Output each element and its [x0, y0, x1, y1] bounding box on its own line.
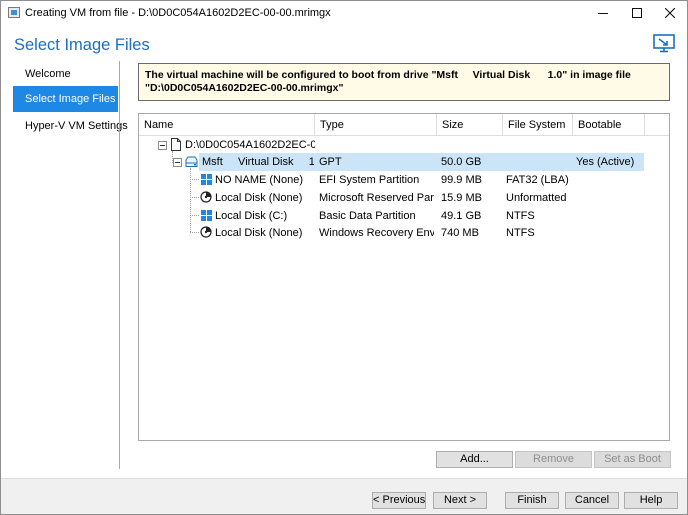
nav-divider — [119, 61, 120, 469]
remove-button[interactable]: Remove — [515, 451, 592, 468]
monitor-arrow-icon — [653, 34, 675, 56]
partition-file-system: FAT32 (LBA) — [506, 174, 569, 186]
disk-name: Msft Virtual Disk 1.0 — [202, 156, 314, 168]
partition-name: Local Disk (None) — [215, 227, 303, 239]
partition-type: EFI System Partition — [319, 174, 420, 186]
nav-item-hyper-v-settings[interactable]: Hyper-V VM Settings — [13, 113, 128, 139]
tree-row-partition[interactable]: NO NAME (None) EFI System Partition 99.9… — [139, 171, 669, 189]
grid-header: Name Type Size File System Bootable — [139, 114, 669, 136]
image-files-tree-grid[interactable]: Name Type Size File System Bootable D:\0… — [138, 113, 670, 441]
partition-file-system: NTFS — [506, 210, 535, 222]
maximize-icon — [632, 8, 642, 18]
partition-type: Windows Recovery Environ... — [319, 227, 434, 239]
partition-size: 15.9 MB — [441, 192, 482, 204]
drive-icon — [200, 191, 212, 206]
hard-disk-icon — [185, 156, 198, 171]
drive-icon — [200, 226, 212, 241]
tree-row-partition[interactable]: Local Disk (None) Windows Recovery Envir… — [139, 224, 669, 242]
column-header-size[interactable]: Size — [437, 114, 503, 136]
finish-button[interactable]: Finish — [505, 492, 559, 509]
collapse-toggle[interactable] — [158, 141, 167, 150]
partition-size: 99.9 MB — [441, 174, 482, 186]
partition-file-system: Unformatted — [506, 192, 567, 204]
disk-type: GPT — [319, 156, 342, 168]
partition-name: Local Disk (None) — [215, 192, 303, 204]
tree-row-disk[interactable]: Msft Virtual Disk 1.0 GPT 50.0 GB Yes (A… — [139, 153, 669, 171]
add-button[interactable]: Add... — [436, 451, 513, 468]
disk-bootable: Yes (Active) — [576, 156, 635, 168]
tree-row-image-file[interactable]: D:\0D0C054A1602D2EC-00-0... — [139, 136, 669, 154]
partition-size: 49.1 GB — [441, 210, 482, 222]
column-header-type[interactable]: Type — [315, 114, 437, 136]
nav-item-welcome[interactable]: Welcome — [13, 61, 118, 87]
windows-icon — [201, 210, 212, 224]
disk-file-system — [506, 153, 571, 171]
previous-button[interactable]: < Previous — [372, 492, 426, 509]
boot-info-banner: The virtual machine will be configured t… — [138, 63, 670, 101]
tree-row-partition[interactable]: Local Disk (C:) Basic Data Partition 49.… — [139, 207, 669, 225]
image-file-name: D:\0D0C054A1602D2EC-00-0... — [185, 139, 315, 151]
set-as-boot-button[interactable]: Set as Boot — [594, 451, 671, 468]
partition-type: Basic Data Partition — [319, 210, 416, 222]
cancel-button[interactable]: Cancel — [565, 492, 619, 509]
banner-line-2: "D:\0D0C054A1602D2EC-00-00.mrimgx" — [145, 82, 344, 94]
column-header-bootable[interactable]: Bootable — [573, 114, 645, 136]
page-title: Select Image Files — [14, 36, 150, 54]
partition-file-system: NTFS — [506, 227, 535, 239]
help-button[interactable]: Help — [624, 492, 678, 509]
tree-row-partition[interactable]: Local Disk (None) Microsoft Reserved Par… — [139, 189, 669, 207]
disk-size: 50.0 GB — [441, 156, 482, 168]
partition-name: NO NAME (None) — [215, 174, 304, 186]
close-icon — [665, 8, 675, 18]
next-button[interactable]: Next > — [433, 492, 487, 509]
maximize-button[interactable] — [620, 1, 654, 25]
nav-item-select-image-files[interactable]: Select Image Files — [13, 86, 118, 112]
collapse-toggle[interactable] — [173, 158, 182, 167]
title-bar[interactable]: Creating VM from file - D:\0D0C054A1602D… — [1, 1, 687, 25]
close-button[interactable] — [653, 1, 687, 25]
minimize-icon — [598, 13, 608, 14]
partition-type: Microsoft Reserved Partitio... — [319, 192, 434, 204]
windows-icon — [201, 174, 212, 188]
partition-size: 740 MB — [441, 227, 479, 239]
minimize-button[interactable] — [586, 1, 620, 25]
vm-wizard-window: Creating VM from file - D:\0D0C054A1602D… — [0, 0, 688, 515]
banner-line-1: The virtual machine will be configured t… — [145, 69, 631, 81]
app-icon — [8, 7, 20, 18]
column-header-name[interactable]: Name — [139, 114, 315, 136]
column-header-file-system[interactable]: File System — [503, 114, 573, 136]
file-icon — [171, 138, 181, 154]
window-title: Creating VM from file - D:\0D0C054A1602D… — [25, 7, 331, 19]
partition-name: Local Disk (C:) — [215, 210, 288, 222]
